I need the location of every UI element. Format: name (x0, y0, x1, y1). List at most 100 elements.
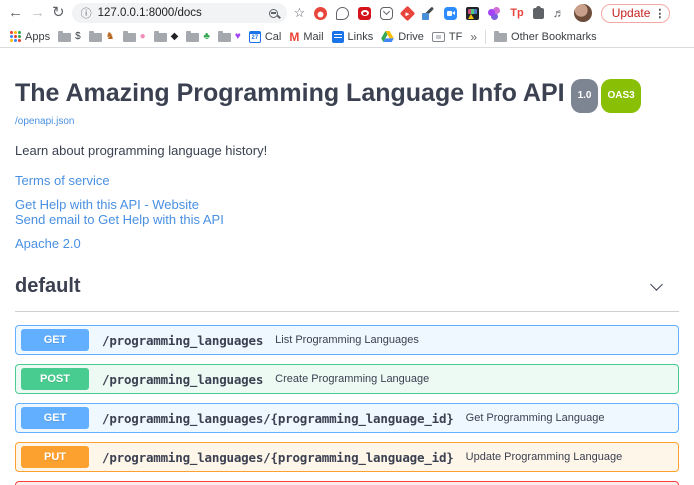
folder-emoji-icon: ◆ (171, 31, 179, 43)
folder-emoji-icon: ♣ (203, 31, 210, 43)
drive-label: Drive (398, 31, 424, 43)
endpoint-summary: List Programming Languages (275, 334, 419, 346)
calendar-icon: 27 (249, 31, 261, 43)
section-title: default (15, 275, 81, 298)
contact-links: Get Help with this API - Website Send em… (15, 197, 679, 227)
send-diamond-icon[interactable] (400, 6, 416, 22)
tf-icon (432, 32, 445, 42)
bookmark-star-icon[interactable]: ☆ (294, 5, 306, 21)
url-text[interactable]: 127.0.0.1:8000/docs (98, 7, 263, 19)
back-icon[interactable]: ← (8, 0, 23, 26)
flower-extension-icon[interactable] (488, 7, 501, 20)
api-info-block: The Amazing Programming Language Info AP… (0, 48, 694, 251)
bookmark-links[interactable]: Links (332, 31, 374, 43)
links-icon (332, 31, 344, 43)
bookmark-folders: $ ♞ ● ◆ ♣ ♥ (58, 31, 241, 43)
license-link[interactable]: Apache 2.0 (15, 236, 679, 251)
drive-icon (381, 31, 394, 42)
bookmarks-divider (485, 30, 486, 44)
endpoint-summary: Get Programming Language (466, 412, 605, 424)
profile-avatar[interactable] (574, 4, 592, 22)
apps-label: Apps (25, 31, 50, 43)
bookmark-folder[interactable]: ♥ (218, 31, 241, 43)
terms-of-service-link[interactable]: Terms of service (15, 173, 679, 188)
cal-label: Cal (265, 31, 282, 43)
endpoint-summary: Create Programming Language (275, 373, 429, 385)
version-badge: 1.0 (571, 79, 599, 113)
video-camera-icon[interactable] (444, 7, 457, 20)
tf-label: TF (449, 31, 462, 43)
update-label: Update (612, 6, 651, 20)
folder-emoji-icon: ♥ (235, 31, 241, 43)
folder-emoji-icon: ● (140, 31, 146, 43)
kebab-menu-icon[interactable]: ⋮ (654, 7, 665, 20)
site-info-icon[interactable]: ⓘ (81, 5, 92, 21)
bookmarks-overflow-icon[interactable]: » (470, 30, 477, 44)
folder-icon (218, 33, 231, 42)
media-playlist-icon[interactable]: ♬ (553, 7, 565, 20)
endpoint-path: /programming_languages (102, 333, 263, 348)
other-bookmarks-label: Other Bookmarks (511, 31, 597, 43)
browser-toolbar: ← → ↻ ⓘ 127.0.0.1:8000/docs ☆ Tp ♬ Updat… (0, 0, 694, 26)
operation-row[interactable]: GET/programming_languages/{programming_l… (15, 403, 679, 433)
update-button[interactable]: Update ⋮ (601, 4, 671, 23)
puzzle-extension-icon[interactable] (533, 8, 544, 19)
bookmark-cal[interactable]: 27 Cal (249, 31, 282, 43)
pattern-extension-icon[interactable] (466, 7, 479, 20)
folder-icon (494, 33, 507, 42)
endpoint-path: /programming_languages/{programming_lang… (102, 450, 454, 465)
links-label: Links (348, 31, 374, 43)
folder-icon (154, 33, 167, 42)
method-badge: GET (21, 329, 89, 351)
bookmark-tf[interactable]: TF (432, 31, 462, 43)
website-help-link[interactable]: Get Help with this API - Website (15, 197, 679, 212)
cbs-icon[interactable] (358, 7, 371, 20)
zoom-out-icon[interactable] (269, 9, 278, 18)
swagger-docs-page: The Amazing Programming Language Info AP… (0, 48, 694, 485)
chat-bubble-icon[interactable] (336, 7, 349, 20)
operation-row[interactable]: DELETE/programming_languages/{programmin… (15, 481, 679, 485)
bookmark-folder[interactable]: ● (123, 31, 146, 43)
forward-icon[interactable]: → (30, 0, 45, 26)
mail-label: Mail (303, 31, 323, 43)
tp-extension-icon[interactable]: Tp (510, 7, 523, 20)
default-section-header[interactable]: default (15, 275, 679, 312)
apps-grid-icon (10, 31, 21, 42)
page-title: The Amazing Programming Language Info AP… (15, 78, 679, 113)
folder-icon (123, 33, 136, 42)
folder-emoji-icon: ♞ (106, 31, 115, 43)
method-badge: PUT (21, 446, 89, 468)
bookmark-mail[interactable]: M Mail (289, 30, 323, 44)
pocket-icon[interactable] (380, 7, 393, 20)
api-title-text: The Amazing Programming Language Info AP… (15, 79, 565, 107)
method-badge: POST (21, 368, 89, 390)
operation-row[interactable]: PUT/programming_languages/{programming_l… (15, 442, 679, 472)
bookmark-folder[interactable]: ♞ (89, 31, 115, 43)
operation-row[interactable]: GET/programming_languages List Programmin… (15, 325, 679, 355)
folder-emoji-icon: $ (75, 31, 81, 43)
color-picker-icon[interactable] (422, 7, 435, 20)
extensions-strip: Tp ♬ Update ⋮ (314, 4, 670, 23)
bookmark-apps[interactable]: Apps (10, 31, 50, 43)
other-bookmarks[interactable]: Other Bookmarks (494, 31, 597, 43)
bookmarks-bar: Apps $ ♞ ● ◆ ♣ ♥ 27 Cal M Mail Links Drive TF… (0, 26, 694, 48)
address-bar[interactable]: ⓘ 127.0.0.1:8000/docs (72, 3, 287, 23)
adblock-icon[interactable] (314, 7, 327, 20)
chevron-down-icon[interactable] (650, 278, 663, 291)
folder-icon (89, 33, 102, 42)
bookmark-folder[interactable]: ◆ (154, 31, 179, 43)
oas3-badge: OAS3 (601, 79, 640, 113)
bookmark-folder[interactable]: ♣ (186, 31, 210, 43)
openapi-json-link[interactable]: /openapi.json (15, 116, 679, 127)
operation-row[interactable]: POST/programming_languages Create Program… (15, 364, 679, 394)
method-badge: GET (21, 407, 89, 429)
operations-list: GET/programming_languages List Programmin… (15, 325, 679, 485)
endpoint-path: /programming_languages (102, 372, 263, 387)
bookmark-drive[interactable]: Drive (381, 31, 424, 43)
email-help-link[interactable]: Send email to Get Help with this API (15, 212, 679, 227)
endpoint-path: /programming_languages/{programming_lang… (102, 411, 454, 426)
bookmark-folder[interactable]: $ (58, 31, 81, 43)
reload-icon[interactable]: ↻ (52, 0, 65, 26)
api-description: Learn about programming language history… (15, 143, 679, 158)
folder-icon (186, 33, 199, 42)
